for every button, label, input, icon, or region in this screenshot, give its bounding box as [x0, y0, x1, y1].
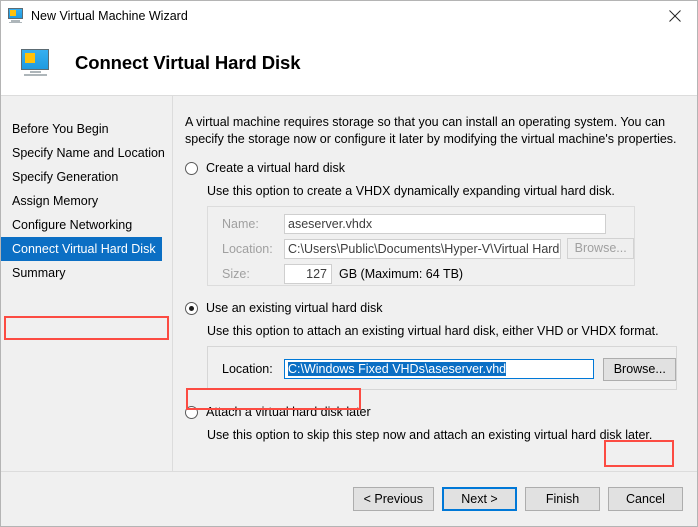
existing-disk-fields-group: Location: C:\Windows Fixed VHDs\aseserve… [207, 346, 677, 390]
page-header: Connect Virtual Hard Disk [1, 31, 697, 96]
page-title: Connect Virtual Hard Disk [75, 52, 301, 73]
location-label: Location: [222, 241, 273, 256]
option-label: Attach a virtual hard disk later [206, 405, 371, 419]
option-description: Use this option to attach an existing vi… [207, 324, 659, 338]
cancel-button[interactable]: Cancel [608, 487, 683, 511]
previous-button[interactable]: < Previous [352, 487, 434, 511]
radio-create-virtual-hard-disk-row[interactable]: Create a virtual hard disk [185, 160, 683, 180]
radio-use-existing-row[interactable]: Use an existing virtual hard disk [185, 300, 683, 320]
create-disk-fields-group: Name: aseserver.vhdx Location: C:\Users\… [207, 206, 635, 286]
sidebar-item-before-you-begin[interactable]: Before You Begin [1, 117, 172, 141]
size-unit-label: GB (Maximum: 64 TB) [339, 266, 464, 281]
size-input[interactable]: 127 [284, 263, 332, 284]
browse-button[interactable]: Browse... [603, 357, 676, 381]
sidebar-item-connect-virtual-hard-disk[interactable]: Connect Virtual Hard Disk [1, 237, 162, 261]
wizard-step-list: Before You Begin Specify Name and Locati… [1, 96, 173, 471]
sidebar-item-specify-generation[interactable]: Specify Generation [1, 165, 172, 189]
option-label: Create a virtual hard disk [206, 161, 345, 175]
browse-button-disabled[interactable]: Browse... [567, 238, 634, 259]
virtual-machine-monitor-icon [21, 49, 53, 77]
name-label: Name: [222, 216, 259, 231]
wizard-content: A virtual machine requires storage so th… [173, 96, 697, 471]
sidebar-item-assign-memory[interactable]: Assign Memory [1, 189, 172, 213]
selected-path-text: C:\Windows Fixed VHDs\aseserver.vhd [288, 362, 507, 376]
option-description: Use this option to skip this step now an… [207, 428, 653, 442]
next-button[interactable]: Next > [442, 487, 517, 511]
name-field-row: Name: aseserver.vhdx [208, 211, 634, 236]
option-description: Use this option to create a VHDX dynamic… [207, 184, 615, 198]
radio-use-existing-virtual-hard-disk[interactable] [185, 302, 198, 315]
sidebar-item-configure-networking[interactable]: Configure Networking [1, 213, 172, 237]
existing-location-input[interactable]: C:\Windows Fixed VHDs\aseserver.vhd [284, 359, 595, 379]
option-attach-later: Attach a virtual hard disk later Use thi… [185, 404, 683, 443]
option-create-virtual-hard-disk: Create a virtual hard disk Use this opti… [185, 160, 683, 286]
location-label: Location: [222, 362, 273, 376]
intro-text: A virtual machine requires storage so th… [185, 115, 677, 146]
location-input[interactable]: C:\Users\Public\Documents\Hyper-V\Virtua… [284, 238, 562, 259]
new-virtual-machine-wizard-window: New Virtual Machine Wizard Connect Virtu… [0, 0, 698, 527]
location-field-row: Location: C:\Users\Public\Documents\Hype… [208, 236, 634, 261]
virtual-machine-monitor-icon [8, 8, 24, 24]
option-label: Use an existing virtual hard disk [206, 301, 383, 315]
name-input[interactable]: aseserver.vhdx [284, 213, 606, 234]
radio-attach-later-row[interactable]: Attach a virtual hard disk later [185, 404, 683, 424]
sidebar-item-summary[interactable]: Summary [1, 261, 172, 285]
wizard-body: Before You Begin Specify Name and Locati… [1, 96, 697, 471]
existing-location-field-row: Location: C:\Windows Fixed VHDs\aseserve… [208, 347, 676, 391]
size-field-row: Size: 127 GB (Maximum: 64 TB) [208, 261, 634, 286]
finish-button[interactable]: Finish [525, 487, 600, 511]
option-use-existing-virtual-hard-disk: Use an existing virtual hard disk Use th… [185, 300, 683, 390]
radio-create-virtual-hard-disk[interactable] [185, 162, 198, 175]
window-title: New Virtual Machine Wizard [31, 9, 188, 23]
title-bar: New Virtual Machine Wizard [1, 1, 697, 31]
close-icon[interactable] [652, 1, 697, 31]
size-label: Size: [222, 266, 250, 281]
wizard-footer: < Previous Next > Finish Cancel [1, 471, 697, 526]
title-bar-buttons [652, 1, 697, 31]
sidebar-item-specify-name-and-location[interactable]: Specify Name and Location [1, 141, 172, 165]
radio-attach-virtual-hard-disk-later[interactable] [185, 406, 198, 419]
